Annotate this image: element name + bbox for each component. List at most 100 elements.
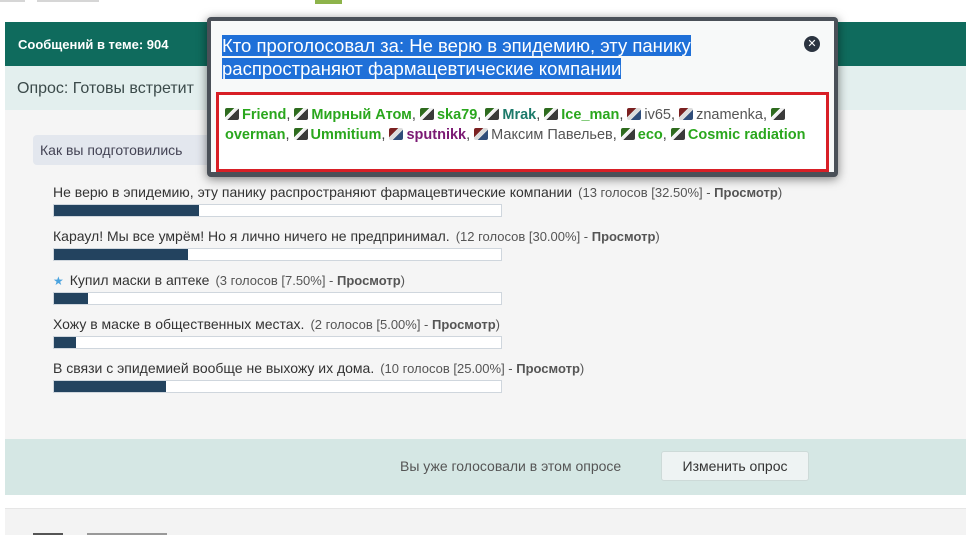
poll-option-line: Хожу в маске в общественных местах. (2 го… — [53, 316, 500, 332]
user-group-icon — [293, 128, 308, 140]
voter-name-link[interactable]: znamenka — [696, 107, 763, 123]
poll-option-line: Не верю в эпидемию, эту панику распростр… — [53, 184, 782, 200]
messages-count: Сообщений в теме: 904 — [18, 37, 169, 52]
view-voters-link[interactable]: Просмотр — [592, 229, 656, 244]
top-accent — [315, 0, 342, 4]
voter-name-link[interactable]: eco — [638, 127, 663, 143]
user-group-icon — [389, 128, 404, 140]
voter: Мирный Атом — [294, 107, 412, 123]
voters-popup-title-text: Кто проголосовал за: Не верю в эпидемию,… — [222, 35, 691, 79]
poll-option-votes-close: ) — [400, 273, 406, 288]
poll-option-votes-close: ) — [495, 317, 501, 332]
voters-popup-inner: Кто проголосовал за: Не верю в эпидемию,… — [211, 21, 834, 172]
already-voted-text: Вы уже голосовали в этом опросе — [400, 458, 622, 474]
voter-name-link[interactable]: Максим Павельев — [491, 127, 613, 143]
poll-option-bar — [53, 336, 502, 349]
poll-option-vote-count: (13 голосов [32.50%] - — [578, 185, 715, 200]
voter: ska79 — [419, 107, 477, 123]
top-button[interactable] — [0, 0, 25, 2]
poll-option: Караул! Мы все умрём! Но я лично ничего … — [53, 228, 660, 261]
voters-popup-title: Кто проголосовал за: Не верю в эпидемию,… — [222, 34, 782, 80]
poll-footer: Вы уже голосовали в этом опросе Изменить… — [5, 439, 966, 495]
voter-name-link[interactable]: overman — [225, 127, 285, 143]
voter-name-link[interactable]: Mrak — [502, 107, 536, 123]
poll-option: ★ Купил маски в аптеке (3 голосов [7.50%] … — [53, 272, 502, 305]
user-group-icon — [771, 108, 786, 120]
poll-option-bar — [53, 380, 502, 393]
poll-option-votes-close: ) — [579, 361, 585, 376]
voter: sputnikk — [389, 127, 466, 143]
poll-option-bar-fill — [54, 293, 88, 304]
voter-name-link[interactable]: sputnikk — [406, 127, 466, 143]
user-group-icon — [627, 108, 642, 120]
poll-option-vote-count: (12 голосов [30.00%] - — [455, 229, 592, 244]
poll-option-bar-fill — [54, 249, 189, 260]
poll-option-label: Караул! Мы все умрём! Но я лично ничего … — [53, 228, 450, 244]
poll-option-bar-fill — [54, 337, 77, 348]
view-voters-link[interactable]: Просмотр — [432, 317, 496, 332]
user-group-icon — [485, 108, 500, 120]
poll-option-votes: (12 голосов [30.00%] - Просмотр) — [456, 229, 660, 244]
poll-option-vote-count: (2 голосов [5.00%] - — [310, 317, 433, 332]
user-group-icon — [419, 108, 434, 120]
poll-option: Не верю в эпидемию, эту панику распростр… — [53, 184, 782, 217]
close-icon[interactable]: ✕ — [804, 36, 820, 52]
poll-option-votes: (3 голосов [7.50%] - Просмотр) — [215, 273, 405, 288]
user-group-icon — [294, 108, 309, 120]
poll-option-bar — [53, 248, 502, 261]
user-group-icon — [620, 128, 635, 140]
user-group-icon — [225, 108, 239, 120]
voter: znamenka — [679, 107, 763, 123]
poll-option-label: Хожу в маске в общественных местах. — [53, 316, 305, 332]
voter-name-link[interactable]: Ummitium — [311, 127, 382, 143]
view-voters-link[interactable]: Просмотр — [337, 273, 401, 288]
star-icon: ★ — [53, 274, 64, 288]
poll-question-text: Как вы подготовились — [40, 142, 183, 158]
poll-option: Хожу в маске в общественных местах. (2 го… — [53, 316, 502, 349]
poll-option-line: В связи с эпидемией вообще не выхожу их … — [53, 360, 584, 376]
voter-name-link[interactable]: Ice_man — [561, 107, 619, 123]
voter-name-link[interactable]: ska79 — [437, 107, 477, 123]
poll-option-line: ★ Купил маски в аптеке (3 голосов [7.50%] … — [53, 272, 405, 288]
user-group-icon — [544, 108, 559, 120]
voter: Cosmic radiation — [670, 127, 806, 143]
poll-option-label: Не верю в эпидемию, эту панику распростр… — [53, 184, 573, 200]
voters-list: Friend, Мирный Атом, ska79, Mrak, Ice_ma… — [216, 92, 829, 172]
poll-option-bar-fill — [54, 381, 166, 392]
poll-title: Опрос: Готовы встретит — [17, 80, 194, 97]
poll-option-line: Караул! Мы все умрём! Но я лично ничего … — [53, 228, 660, 244]
poll-option-vote-count: (10 голосов [25.00%] - — [380, 361, 517, 376]
poll-option-label: Купил маски в аптеке — [69, 272, 210, 288]
user-group-icon — [679, 108, 694, 120]
poll-option-votes: (10 голосов [25.00%] - Просмотр) — [380, 361, 584, 376]
poll-option-votes-close: ) — [655, 229, 660, 244]
voter-name-link[interactable]: Cosmic radiation — [688, 127, 806, 143]
change-poll-button[interactable]: Изменить опрос — [661, 451, 809, 481]
voters-popup: Кто проголосовал за: Не верю в эпидемию,… — [207, 17, 838, 177]
poll-option-bar-fill — [54, 205, 200, 216]
user-group-icon — [474, 128, 489, 140]
poll-option-label: В связи с эпидемией вообще не выхожу их … — [53, 360, 375, 376]
poll-option-votes-close: ) — [777, 185, 783, 200]
poll-option-votes: (2 голосов [5.00%] - Просмотр) — [310, 317, 500, 332]
voter-name-link[interactable]: Мирный Атом — [311, 107, 412, 123]
poll-option: В связи с эпидемией вообще не выхожу их … — [53, 360, 584, 393]
view-voters-link[interactable]: Просмотр — [516, 361, 580, 376]
voter: Ummitium — [293, 127, 382, 143]
voter: Mrak — [485, 107, 536, 123]
poll-option-bar — [53, 292, 502, 305]
voter: iv65 — [627, 107, 671, 123]
view-voters-link[interactable]: Просмотр — [714, 185, 778, 200]
next-post — [5, 508, 966, 535]
top-button[interactable] — [37, 0, 99, 2]
user-group-icon — [670, 128, 685, 140]
poll-option-bar — [53, 204, 502, 217]
poll-option-votes: (13 голосов [32.50%] - Просмотр) — [578, 185, 782, 200]
voter: eco — [620, 127, 663, 143]
voter: Ice_man — [544, 107, 619, 123]
voter: Friend — [225, 107, 286, 123]
poll-option-vote-count: (3 голосов [7.50%] - — [215, 273, 338, 288]
voter-name-link[interactable]: Friend — [242, 107, 286, 123]
voter-name-link[interactable]: iv65 — [644, 107, 671, 123]
voter: Максим Павельев — [474, 127, 613, 143]
